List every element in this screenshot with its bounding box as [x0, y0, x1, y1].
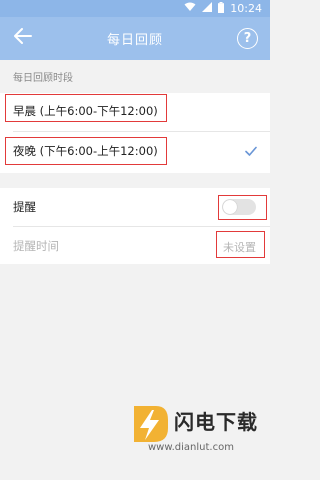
highlight-box — [218, 195, 267, 220]
wifi-icon — [184, 2, 196, 15]
divider — [13, 131, 270, 132]
lightning-logo-icon — [134, 406, 168, 442]
arrow-left-icon — [14, 28, 32, 48]
back-button[interactable] — [10, 25, 36, 51]
watermark-url: www.dianlut.com — [148, 442, 234, 453]
highlight-box — [5, 94, 167, 122]
reminder-label: 提醒 — [13, 200, 36, 214]
help-button[interactable]: ? — [237, 28, 258, 49]
page-title: 每日回顾 — [106, 33, 163, 48]
app-bar: 每日回顾 ? — [0, 17, 270, 60]
signal-icon — [202, 2, 213, 15]
status-time: 10:24 — [230, 2, 262, 15]
battery-icon — [218, 1, 225, 16]
help-icon: ? — [243, 31, 252, 46]
watermark-title: 闪电下载 — [174, 410, 258, 434]
reminder-time-label: 提醒时间 — [13, 238, 59, 253]
highlight-box — [5, 137, 167, 165]
highlight-box — [216, 231, 265, 258]
checkmark-icon — [245, 146, 257, 156]
status-bar: 10:24 — [0, 0, 270, 17]
watermark: 闪电下载 www.dianlut.com — [128, 400, 268, 470]
section-label: 每日回顾时段 — [0, 60, 270, 93]
